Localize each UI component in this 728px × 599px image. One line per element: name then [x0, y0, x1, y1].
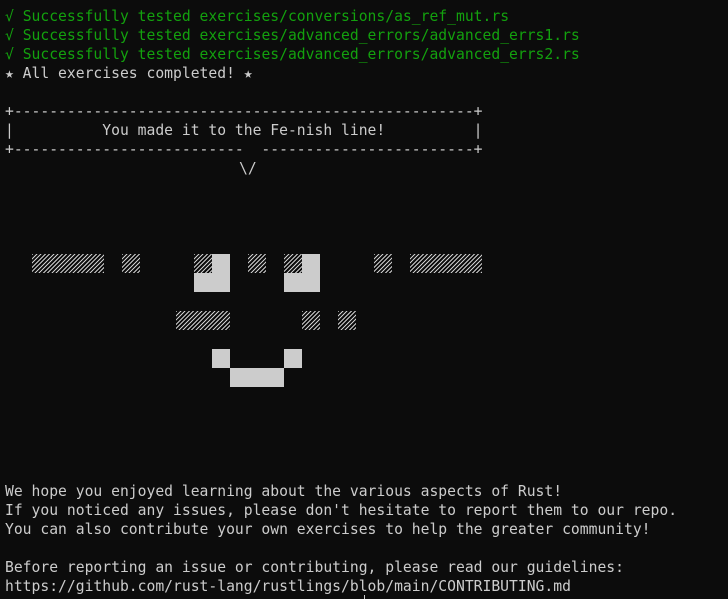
ferris-claw-left-tip	[122, 254, 140, 273]
contributing-link[interactable]: https://github.com/rust-lang/rustlings/b…	[5, 577, 571, 596]
message-line: We hope you enjoyed learning about the v…	[5, 483, 563, 500]
checkmark-icon: √	[5, 27, 14, 44]
text-cursor	[364, 595, 365, 599]
test-result-line: √ Successfully tested exercises/advanced…	[5, 46, 580, 63]
ferris-eye-right	[284, 273, 320, 292]
message-line: You can also contribute your own exercis…	[5, 521, 651, 538]
ferris-smile	[230, 368, 284, 387]
ferris-eye-middle	[248, 254, 266, 273]
ferris-claw-right-tip	[374, 254, 392, 273]
ferris-eye-left	[194, 273, 230, 292]
test-result-line: √ Successfully tested exercises/conversi…	[5, 8, 510, 25]
ferris-eye-left	[212, 254, 230, 273]
ferris-cheek-right	[338, 311, 356, 330]
banner-message: | You made it to the Fe-nish line! |	[5, 122, 483, 139]
ferris-cheek-right	[302, 311, 320, 330]
test-result-line: √ Successfully tested exercises/advanced…	[5, 27, 580, 44]
ferris-eye-left	[194, 254, 212, 273]
ferris-smile	[212, 349, 230, 368]
checkmark-icon: √	[5, 46, 14, 63]
message-line: Before reporting an issue or contributin…	[5, 559, 624, 576]
banner-top-border: +---------------------------------------…	[5, 103, 483, 120]
terminal-window[interactable]: √ Successfully tested exercises/conversi…	[0, 0, 728, 599]
ferris-eye-right	[284, 254, 302, 273]
ferris-eye-right	[302, 254, 320, 273]
banner-bottom-border: +-------------------------- ------------…	[5, 141, 483, 158]
ferris-claw-right	[410, 254, 482, 273]
banner-pointer: \/	[239, 160, 257, 177]
ferris-claw-left	[32, 254, 104, 273]
completion-message: ★ All exercises completed! ★	[5, 65, 253, 82]
checkmark-icon: √	[5, 8, 14, 25]
ferris-smile	[284, 349, 302, 368]
ferris-cheek-left	[176, 311, 230, 330]
message-line: If you noticed any issues, please don't …	[5, 502, 678, 519]
